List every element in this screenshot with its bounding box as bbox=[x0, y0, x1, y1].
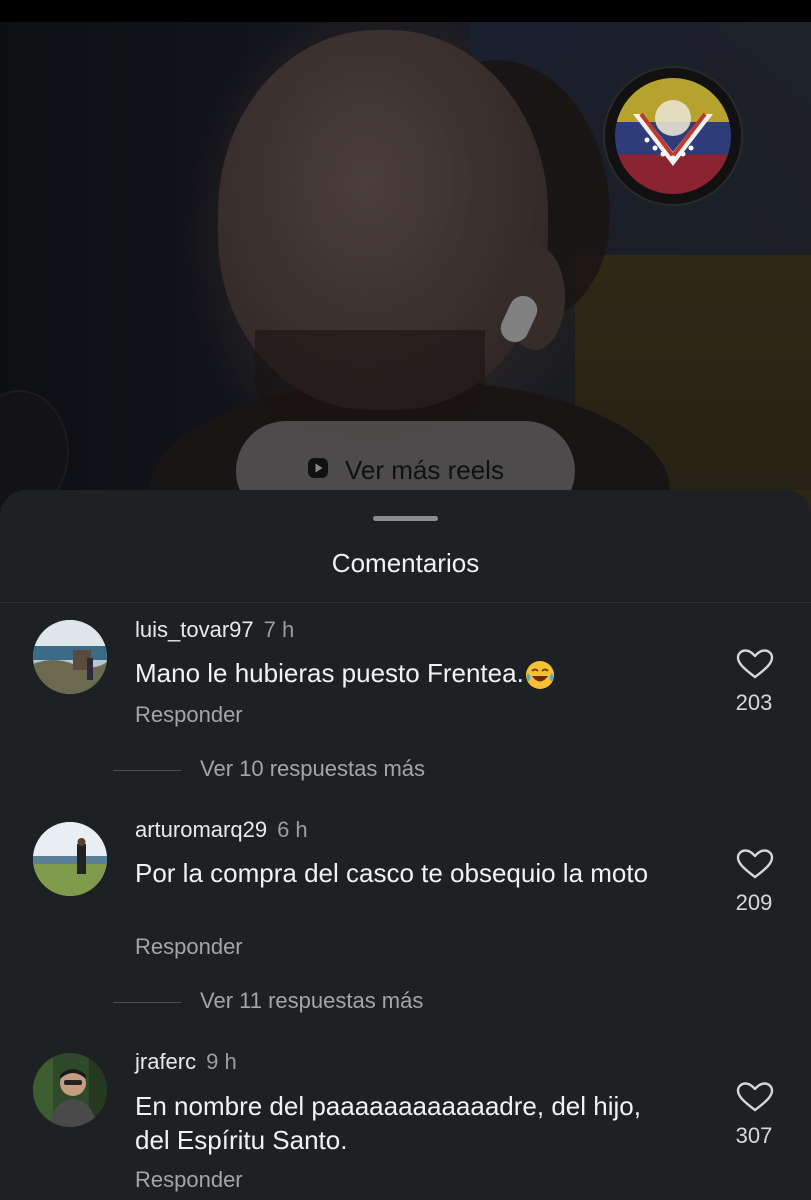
reply-button[interactable]: Responder bbox=[135, 1167, 243, 1193]
reply-button[interactable]: Responder bbox=[135, 934, 243, 960]
replies-line bbox=[113, 1002, 181, 1003]
status-bar bbox=[0, 0, 811, 22]
comment-text: Mano le hubieras puesto Frentea. bbox=[135, 656, 675, 691]
comment-text-body: Mano le hubieras puesto Frentea. bbox=[135, 658, 524, 688]
avatar-image bbox=[33, 822, 107, 896]
heart-icon[interactable] bbox=[735, 648, 775, 680]
sheet-title: Comentarios bbox=[331, 548, 480, 578]
divider bbox=[0, 602, 811, 603]
view-more-replies-label[interactable]: Ver 11 respuestas más bbox=[200, 988, 423, 1014]
comment-header: luis_tovar97 7 h bbox=[135, 617, 294, 643]
sheet-drag-handle[interactable] bbox=[373, 516, 438, 521]
comment-header: jraferc 9 h bbox=[135, 1049, 237, 1075]
like-count: 209 bbox=[735, 890, 773, 915]
comment-time: 9 h bbox=[206, 1049, 237, 1074]
comment-username[interactable]: jraferc bbox=[135, 1049, 196, 1074]
comments-sheet: Comentarios luis_tovar97 7 h Mano le hubi… bbox=[0, 490, 811, 1200]
heart-icon[interactable] bbox=[735, 1081, 775, 1113]
comment-time: 7 h bbox=[263, 617, 295, 642]
emblem-graphic bbox=[633, 100, 713, 166]
comment-username[interactable]: luis_tovar97 bbox=[135, 617, 254, 642]
avatar[interactable] bbox=[33, 620, 107, 694]
comment-time: 6 h bbox=[277, 817, 308, 842]
avatar-image bbox=[33, 1053, 107, 1127]
like-count: 307 bbox=[735, 1123, 773, 1148]
view-more-replies-label[interactable]: Ver 10 respuestas más bbox=[200, 756, 425, 782]
replies-line bbox=[113, 770, 181, 771]
comment-username[interactable]: arturomarq29 bbox=[135, 817, 267, 842]
like-count: 203 bbox=[735, 690, 773, 715]
play-square-icon bbox=[308, 458, 329, 478]
flag-emblem bbox=[615, 78, 731, 194]
reply-button[interactable]: Responder bbox=[135, 702, 243, 728]
avatar[interactable] bbox=[33, 1053, 107, 1127]
comment-text: En nombre del paaaaaaaaaaaadre, del hijo… bbox=[135, 1091, 641, 1155]
comment-text: Por la compra del casco te obsequio la m… bbox=[135, 858, 649, 888]
avatar-image bbox=[33, 620, 107, 694]
avatar[interactable] bbox=[33, 822, 107, 896]
channel-logo-watermark bbox=[603, 66, 743, 206]
heart-icon[interactable] bbox=[735, 848, 775, 880]
more-reels-label: Ver más reels bbox=[345, 455, 504, 485]
laughing-tears-emoji-icon bbox=[525, 661, 554, 690]
comment-header: arturomarq29 6 h bbox=[135, 817, 308, 843]
